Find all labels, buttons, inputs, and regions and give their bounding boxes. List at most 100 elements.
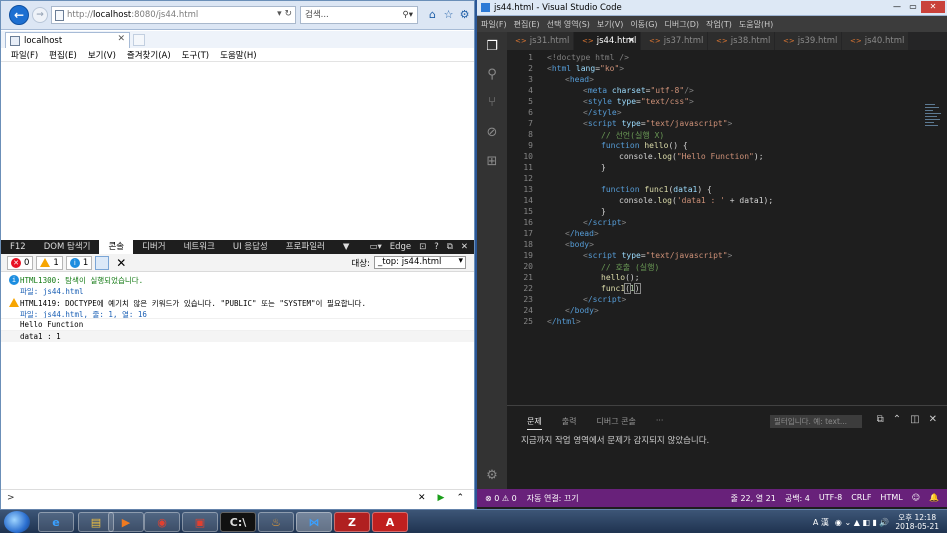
menu-edit[interactable]: 편집(E): [49, 49, 77, 61]
menu-help[interactable]: 도움말(H): [220, 49, 256, 61]
line-ending[interactable]: CRLF: [851, 493, 871, 504]
menu-file[interactable]: 파일(F): [481, 19, 507, 30]
menu-file[interactable]: 파일(F): [11, 49, 38, 61]
emulation-mode[interactable]: Edge: [390, 242, 411, 252]
menu-selection[interactable]: 선택 영역(S): [547, 19, 590, 30]
menu-go[interactable]: 이동(G): [630, 19, 657, 30]
tab-dom-explorer[interactable]: DOM 탐색기: [35, 240, 100, 254]
minimize-icon[interactable]: —: [889, 1, 905, 13]
code-editor[interactable]: 1 2 3 4 5 6 7 8 9 10 11 12 13 14 15 16 1…: [507, 50, 947, 405]
panel-more-icon[interactable]: ···: [656, 416, 664, 430]
refresh-icon[interactable]: ▾ ↻: [277, 9, 292, 19]
menu-favorites[interactable]: 즐겨찾기(A): [127, 49, 171, 61]
clear-console-icon[interactable]: ✕: [116, 256, 126, 270]
autoconnect-status[interactable]: 자동 연결: 끄기: [527, 493, 579, 504]
close-tab-icon[interactable]: ✕: [117, 34, 125, 44]
menu-view[interactable]: 보기(V): [597, 19, 623, 30]
editor-tab[interactable]: <> js37.html: [641, 32, 708, 50]
ie-tab-localhost[interactable]: localhost ✕: [5, 32, 130, 48]
forward-arrow-icon[interactable]: →: [32, 7, 48, 23]
editor-tab[interactable]: <> js31.html: [507, 32, 574, 50]
menu-tasks[interactable]: 작업(T): [706, 19, 732, 30]
filezilla-taskbar-icon[interactable]: Z: [334, 512, 370, 532]
favorites-star-icon[interactable]: ☆: [442, 8, 455, 21]
tab-debugger[interactable]: 디버거: [133, 240, 174, 254]
undock-icon[interactable]: ⧉: [447, 242, 453, 252]
menu-help[interactable]: 도움말(H): [739, 19, 773, 30]
panel-tab-problems[interactable]: 문제: [527, 416, 542, 430]
maximize-icon[interactable]: ▭: [905, 1, 921, 13]
search-input[interactable]: 검색... ⚲▾: [300, 6, 418, 24]
menu-debug[interactable]: 디버그(D): [665, 19, 699, 30]
editor-tab-active[interactable]: <> js44.html ✕: [574, 32, 641, 50]
gear-icon[interactable]: ⚙: [458, 8, 471, 21]
tab-profiler[interactable]: 프로파일러: [277, 240, 334, 254]
tab-ui-responsiveness[interactable]: UI 응답성: [224, 240, 277, 254]
bell-icon[interactable]: 🔔: [929, 493, 939, 504]
tab-console[interactable]: 콘솔: [99, 240, 134, 254]
clock[interactable]: 오후 12:18 2018-05-21: [895, 513, 939, 531]
start-button[interactable]: [4, 511, 30, 533]
console-input[interactable]: > ✕ ▶ ⌃: [1, 489, 474, 509]
clear-input-icon[interactable]: ✕: [418, 493, 426, 503]
new-tab-button[interactable]: [133, 34, 145, 46]
panel-tab-debug-console[interactable]: 디버그 콘솔: [596, 416, 635, 430]
app-taskbar-icon[interactable]: ▣: [182, 512, 218, 532]
expand-input-icon[interactable]: ⌃: [456, 493, 464, 503]
message-source-link[interactable]: 파일: js44.html: [20, 286, 83, 297]
explorer-icon[interactable]: ❐: [485, 40, 499, 54]
media-player-taskbar-icon[interactable]: ▶: [108, 512, 144, 532]
smiley-feedback-icon[interactable]: ☺: [912, 493, 920, 504]
panel-layout-icon[interactable]: ◫: [910, 414, 919, 425]
close-devtools-icon[interactable]: ✕: [461, 242, 468, 252]
help-icon[interactable]: ?: [434, 242, 439, 252]
language-mode[interactable]: HTML: [880, 493, 902, 504]
problems-filter-input[interactable]: 필터입니다. 예: text...: [770, 415, 862, 428]
menu-view[interactable]: 보기(V): [88, 49, 116, 61]
indentation[interactable]: 공백: 4: [785, 493, 810, 504]
vscode-taskbar-icon[interactable]: ⋈: [296, 512, 332, 532]
chrome-taskbar-icon[interactable]: ◉: [144, 512, 180, 532]
source-control-icon[interactable]: ⑂: [485, 96, 499, 110]
close-tab-icon[interactable]: ✕: [628, 32, 635, 50]
warning-filter-button[interactable]: 1: [36, 255, 63, 270]
target-dropdown[interactable]: _top: js44.html: [374, 256, 466, 269]
info-filter-button[interactable]: i 1: [65, 255, 93, 270]
info-icon: i: [69, 257, 80, 268]
collapse-all-icon[interactable]: ⧉: [877, 414, 884, 425]
url-input[interactable]: http://localhost:8080/js44.html ▾ ↻: [51, 6, 296, 24]
search-icon[interactable]: ⚲: [485, 68, 499, 82]
cmd-taskbar-icon[interactable]: C:\: [220, 512, 256, 532]
menu-edit[interactable]: 편집(E): [514, 19, 540, 30]
console-toggle-icon[interactable]: ⊡: [419, 242, 426, 252]
extensions-icon[interactable]: ⊞: [485, 155, 499, 169]
minimap[interactable]: [925, 104, 945, 154]
debug-icon[interactable]: ⊘: [485, 126, 499, 140]
clear-on-navigate-icon[interactable]: [95, 255, 110, 270]
editor-tab[interactable]: <> js39.html: [775, 32, 842, 50]
tray-icon[interactable]: ◉ ⌄ ▲ ◧ ▮ 🔊: [835, 518, 889, 527]
java-taskbar-icon[interactable]: ♨: [258, 512, 294, 532]
back-arrow-icon[interactable]: ←: [9, 5, 29, 25]
run-icon[interactable]: ▶: [438, 493, 445, 503]
tab-network[interactable]: 네트워크: [175, 240, 224, 254]
gear-icon[interactable]: ⚙: [485, 469, 499, 483]
maximize-panel-icon[interactable]: ⌃: [893, 414, 901, 425]
home-icon[interactable]: ⌂: [426, 8, 439, 21]
error-filter-button[interactable]: ✕ 0: [7, 255, 34, 270]
close-panel-icon[interactable]: ✕: [929, 414, 937, 425]
more-tabs-icon[interactable]: ▼: [334, 240, 359, 254]
menu-tools[interactable]: 도구(T): [182, 49, 209, 61]
emulation-device-icon[interactable]: ▭▾: [369, 242, 381, 252]
ie-taskbar-icon[interactable]: e: [38, 512, 74, 532]
close-window-icon[interactable]: ✕: [921, 1, 945, 13]
acrobat-taskbar-icon[interactable]: A: [372, 512, 408, 532]
ime-indicator[interactable]: A 漢: [813, 517, 829, 528]
problems-status[interactable]: ⊗ 0 ⚠ 0: [485, 494, 517, 503]
encoding[interactable]: UTF-8: [819, 493, 842, 504]
panel-tab-output[interactable]: 출력: [562, 416, 577, 430]
cursor-position[interactable]: 줄 22, 열 21: [731, 493, 776, 504]
editor-tab[interactable]: <> js38.html: [708, 32, 775, 50]
search-icon[interactable]: ⚲▾: [403, 7, 414, 23]
editor-tab[interactable]: <> js40.html: [842, 32, 909, 50]
